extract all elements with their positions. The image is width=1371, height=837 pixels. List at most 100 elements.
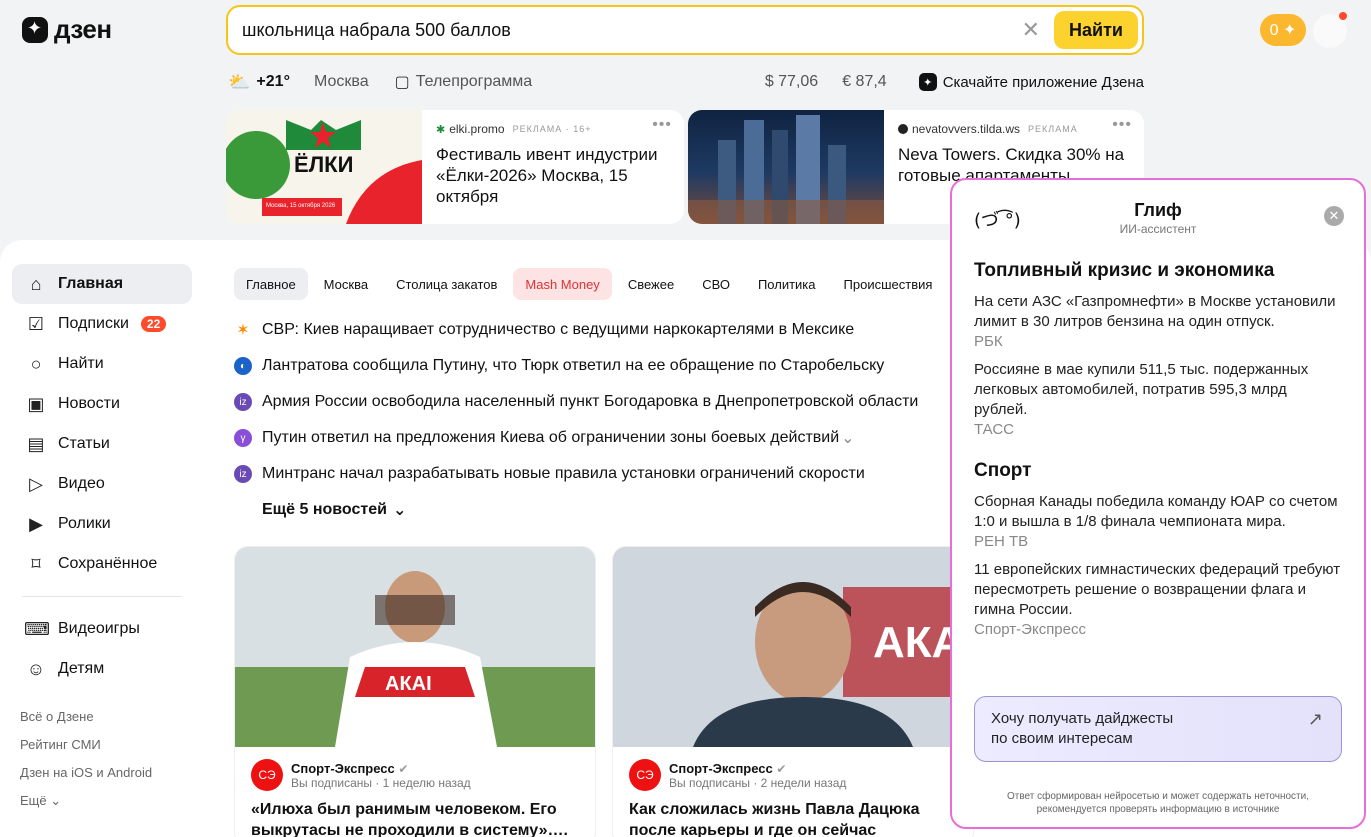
card-meta: Вы подписаны · 1 неделю назад (291, 775, 471, 790)
tab-politics[interactable]: Политика (746, 268, 828, 300)
eur-rate[interactable]: € 87,4 (842, 73, 886, 91)
ai-assistant-panel: (づ ͡°) Глиф ИИ-ассистент ✕ Топливный кри… (950, 178, 1366, 829)
chevron-down-icon[interactable]: ⌄ (841, 428, 854, 448)
footer-link-more[interactable]: Ещё ⌄ (20, 787, 192, 815)
digest-subscribe-button[interactable]: Хочу получать дайджесты по своим интерес… (974, 696, 1342, 762)
bear-icon: ☺ (26, 658, 46, 679)
sidebar-item-search[interactable]: ○ Найти (12, 344, 192, 384)
subscriptions-icon: ☑ (27, 313, 45, 334)
tv-icon: ▢ (394, 74, 410, 91)
subscriptions-badge: 22 (140, 316, 167, 332)
home-icon: ⌂ (30, 273, 42, 294)
source-icon: ◐ (234, 357, 252, 375)
news-text: Путин ответил на предложения Киева об ог… (262, 429, 840, 446)
sidebar-item-games[interactable]: ⌨ Видеоигры (12, 609, 192, 649)
panel-subtitle: ИИ-ассистент (1119, 222, 1197, 236)
sidebar-item-label: Подписки (58, 315, 129, 332)
more-icon[interactable]: ••• (1112, 116, 1132, 134)
sidebar-item-video[interactable]: ▷ Видео (12, 464, 192, 504)
tab-moscow[interactable]: Москва (312, 268, 380, 300)
city-link[interactable]: Москва (314, 73, 369, 91)
footer-link-about[interactable]: Всё о Дзене (20, 703, 192, 731)
article-image: АКА (613, 547, 973, 747)
news-item[interactable]: iz Минтранс начал разрабатывать новые пр… (234, 456, 954, 492)
digest-item-source[interactable]: ТАСС (974, 420, 1344, 440)
ad-card-elki[interactable]: ЁЛКИ Москва, 15 октября 2026 ✱ elki.prom… (226, 110, 684, 224)
card-title: Как сложилась жизнь Павла Дацюка после к… (629, 801, 920, 837)
sidebar-item-news[interactable]: ▣ Новости (12, 384, 192, 424)
sidebar-item-label: Видео (58, 475, 105, 492)
source-icon: iz (234, 465, 252, 483)
digest-item-source[interactable]: Спорт-Экспресс (974, 620, 1344, 640)
card-source[interactable]: Спорт-Экспресс (669, 761, 773, 776)
more-news-label: Ещё 5 новостей (262, 501, 387, 518)
sidebar-item-label: Детям (58, 660, 105, 677)
footer-link-rating[interactable]: Рейтинг СМИ (20, 731, 192, 759)
tv-link[interactable]: Телепрограмма (416, 73, 532, 91)
search-input[interactable] (242, 19, 1008, 41)
more-icon[interactable]: ••• (652, 116, 672, 134)
ai-disclaimer: Ответ сформирован нейросетью и может сод… (962, 790, 1354, 816)
close-icon[interactable]: ✕ (1324, 206, 1344, 226)
tab-fresh[interactable]: Свежее (616, 268, 686, 300)
source-icon: γ (234, 429, 252, 447)
app-download-label: Скачайте приложение Дзена (942, 73, 1144, 91)
tab-sunsets[interactable]: Столица закатов (384, 268, 509, 300)
article-card[interactable]: АКАІ СЭ Спорт-Экспресс ✔ Вы подписаны · … (234, 546, 596, 837)
digest-button-line2: по своим интересам (991, 730, 1133, 747)
tab-incidents[interactable]: Происшествия (832, 268, 945, 300)
sidebar-item-home[interactable]: ⌂ Главная (12, 264, 192, 304)
shorts-icon: ▶ (29, 513, 43, 534)
clear-icon[interactable]: ✕ (1008, 17, 1054, 43)
news-item[interactable]: iz Армия России освободила населенный пу… (234, 384, 954, 420)
temperature[interactable]: +21° (256, 73, 290, 91)
search-icon: ○ (30, 353, 42, 374)
ad-elki-date: Москва, 15 октября 2026 (266, 203, 336, 209)
sidebar-item-label: Сохранённое (58, 555, 158, 572)
usd-rate[interactable]: $ 77,06 (765, 73, 818, 91)
app-download-link[interactable]: ✦ Скачайте приложение Дзена (918, 73, 1144, 91)
search-button[interactable]: Найти (1054, 11, 1138, 49)
article-card[interactable]: АКА СЭ Спорт-Экспресс ✔ Вы подписаны · 2… (612, 546, 974, 837)
card-source[interactable]: Спорт-Экспресс (291, 761, 395, 776)
sidebar-item-kids[interactable]: ☺ Детям (12, 649, 192, 689)
sidebar: ⌂ Главная ☑ Подписки 22 ○ Найти ▣ Новост… (12, 264, 192, 815)
news-text: СВР: Киев наращивает сотрудничество с ве… (262, 321, 855, 338)
news-text: Минтранс начал разрабатывать новые прави… (262, 465, 865, 482)
sidebar-item-shorts[interactable]: ▶ Ролики (12, 504, 192, 544)
footer-link-apps[interactable]: Дзен на iOS и Android (20, 759, 192, 787)
news-list: ✶ СВР: Киев наращивает сотрудничество с … (234, 312, 954, 528)
topic-tabs: Главное Москва Столица закатов Mash Mone… (234, 268, 944, 300)
news-item[interactable]: ◐ Лантратова сообщила Путину, что Тюрк о… (234, 348, 954, 384)
tab-svo[interactable]: СВО (690, 268, 742, 300)
arrow-up-right-icon: ↗ (1307, 709, 1323, 729)
digest-button-line1: Хочу получать дайджесты (991, 710, 1174, 727)
disclaimer-line1: Ответ сформирован нейросетью и может сод… (1006, 791, 1309, 802)
section-title: Спорт (974, 460, 1032, 481)
verified-icon: ✔ (776, 761, 787, 776)
sidebar-item-subscriptions[interactable]: ☑ Подписки 22 (12, 304, 192, 344)
news-item[interactable]: γ Путин ответил на предложения Киева об … (234, 420, 954, 456)
tab-mash-money[interactable]: Mash Money (513, 268, 612, 300)
sidebar-item-label: Главная (58, 275, 124, 292)
source-icon: iz (234, 393, 252, 411)
news-item[interactable]: ✶ СВР: Киев наращивает сотрудничество с … (234, 312, 954, 348)
digest-section: Спорт Сборная Канады победила команду ЮА… (974, 460, 1344, 640)
sidebar-item-label: Видеоигры (58, 620, 140, 637)
video-icon: ▷ (29, 473, 43, 494)
coins-badge[interactable]: 0 ✦ (1260, 14, 1306, 46)
digest-section: Топливный кризис и экономика На сети АЗС… (974, 260, 1344, 440)
dzen-logo[interactable]: дзен (22, 14, 112, 45)
digest-item-source[interactable]: РБК (974, 332, 1344, 352)
tab-main[interactable]: Главное (234, 268, 308, 300)
digest-item-source[interactable]: РЕН ТВ (974, 532, 1344, 552)
elki-favicon: ✱ (436, 123, 446, 136)
sidebar-footer: Всё о Дзене Рейтинг СМИ Дзен на iOS и An… (12, 703, 192, 815)
disclaimer-line2: рекомендуется проверять информацию в ист… (1036, 804, 1280, 815)
section-title: Топливный кризис и экономика (974, 260, 1275, 281)
panel-title: Глиф (1134, 200, 1182, 220)
sidebar-item-articles[interactable]: ▤ Статьи (12, 424, 192, 464)
more-news-button[interactable]: Ещё 5 новостей ⌄ (234, 492, 954, 528)
article-image: АКАІ (235, 547, 595, 747)
sidebar-item-saved[interactable]: ⌑ Сохранённое (12, 544, 192, 584)
